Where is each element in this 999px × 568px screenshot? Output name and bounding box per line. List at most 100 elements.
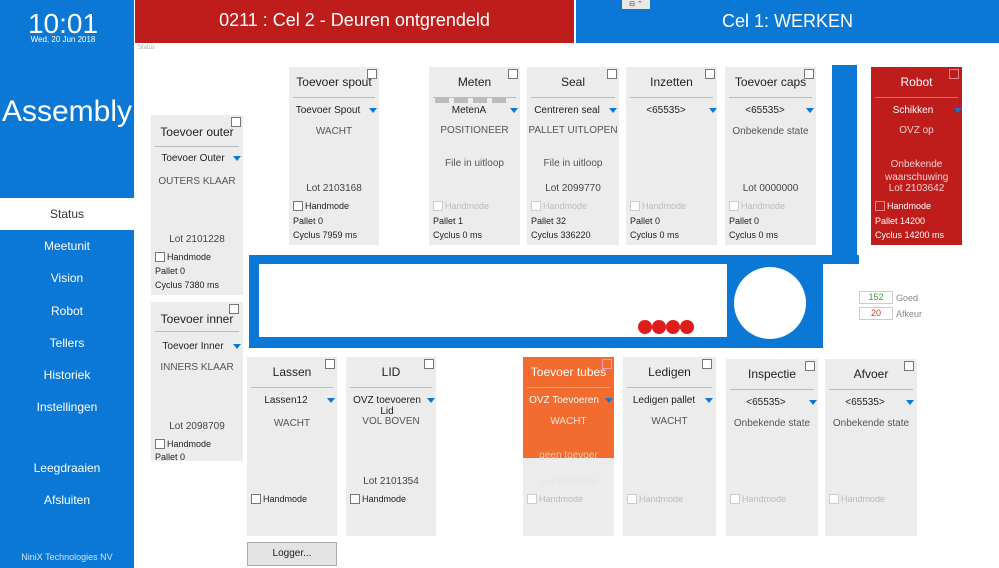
checkbox-icon[interactable] [155, 439, 165, 449]
station-enable-checkbox[interactable] [804, 69, 814, 79]
nav-afsluiten[interactable]: Afsluiten [0, 484, 134, 516]
nav-leegdraaien[interactable]: Leegdraaien [0, 452, 134, 484]
handmode-checkbox[interactable]: Handmode [293, 201, 349, 211]
chevron-down-icon[interactable] [705, 398, 713, 403]
station-toevoer-spout: Toevoer spout Toevoer Spout WACHT Lot 21… [289, 67, 379, 245]
station-state: OUTERS KLAAR [158, 176, 236, 187]
station-enable-checkbox[interactable] [607, 69, 617, 79]
nav-instellingen[interactable]: Instellingen [0, 391, 134, 423]
station-mode-select[interactable]: <65535> [726, 397, 806, 408]
checkbox-icon[interactable] [627, 494, 637, 504]
status-label: Status [138, 45, 156, 51]
divider [531, 97, 615, 98]
nav-meetunit[interactable]: Meetunit [0, 230, 134, 262]
divider [527, 387, 610, 388]
station-mode-select[interactable]: Ledigen pallet [623, 395, 705, 406]
checkbox-icon[interactable] [730, 494, 740, 504]
handmode-checkbox[interactable]: Handmode [350, 494, 406, 504]
station-pallet: Pallet 1 [433, 216, 464, 226]
handmode-label: Handmode [642, 201, 687, 211]
station-mode-select[interactable]: OVZ Toevoeren [523, 395, 605, 406]
station-enable-checkbox[interactable] [508, 69, 518, 79]
checkbox-icon[interactable] [433, 201, 443, 211]
station-robot: Robot Schikken OVZ op Onbekende waarschu… [871, 67, 962, 245]
chevron-down-icon[interactable] [233, 344, 241, 349]
logger-button[interactable]: Logger... [247, 542, 337, 566]
station-mode-select[interactable]: Schikken [871, 105, 955, 116]
chevron-down-icon[interactable] [605, 398, 613, 403]
station-mode-select[interactable]: Centreren seal [527, 105, 607, 116]
station-enable-checkbox[interactable] [229, 304, 239, 314]
station-enable-checkbox[interactable] [424, 359, 434, 369]
chevron-down-icon[interactable] [709, 108, 717, 113]
handmode-checkbox[interactable]: Handmode [729, 201, 785, 211]
chevron-down-icon[interactable] [906, 400, 914, 405]
window-controls[interactable]: ⊟ ⌃ [622, 0, 650, 9]
handmode-checkbox[interactable]: Handmode [433, 201, 489, 211]
handmode-checkbox[interactable]: Handmode [155, 252, 211, 262]
checkbox-icon[interactable] [527, 494, 537, 504]
chevron-down-icon[interactable] [806, 108, 814, 113]
chevron-down-icon[interactable] [609, 108, 617, 113]
station-state-detail: File in uitloop [445, 158, 504, 169]
chevron-down-icon[interactable] [427, 398, 435, 403]
chevron-down-icon[interactable] [327, 398, 335, 403]
nav-status[interactable]: Status [0, 198, 134, 230]
handmode-checkbox[interactable]: Handmode [627, 494, 683, 504]
handmode-checkbox[interactable]: Handmode [155, 439, 211, 449]
checkbox-icon[interactable] [829, 494, 839, 504]
station-lid: LID OVZ toevoeren Lid VOL BOVEN Lot 2101… [346, 357, 436, 536]
checkbox-icon[interactable] [293, 201, 303, 211]
chevron-down-icon[interactable] [233, 156, 241, 161]
station-enable-checkbox[interactable] [602, 359, 612, 369]
divider [433, 97, 516, 98]
handmode-checkbox[interactable]: Handmode [875, 201, 931, 211]
station-mode-select[interactable]: <65535> [725, 105, 805, 116]
afkeur-label: Afkeur [896, 309, 923, 319]
station-enable-checkbox[interactable] [805, 361, 815, 371]
pallet-marker [680, 320, 694, 334]
station-mode-select[interactable]: Toevoer Spout [289, 105, 367, 116]
checkbox-icon[interactable] [155, 252, 165, 262]
handmode-checkbox[interactable]: Handmode [531, 201, 587, 211]
handmode-label: Handmode [362, 494, 407, 504]
chevron-down-icon[interactable] [510, 108, 518, 113]
nav-vision[interactable]: Vision [0, 262, 134, 294]
station-enable-checkbox[interactable] [367, 69, 377, 79]
station-pallet: Pallet 0 [155, 452, 186, 461]
conveyor-right-rail [832, 65, 857, 263]
checkbox-icon[interactable] [531, 201, 541, 211]
station-enable-checkbox[interactable] [949, 69, 959, 79]
divider [829, 389, 913, 390]
chevron-down-icon[interactable] [369, 108, 377, 113]
handmode-checkbox[interactable]: Handmode [251, 494, 307, 504]
chevron-down-icon[interactable] [954, 108, 962, 113]
nav-robot[interactable]: Robot [0, 295, 134, 327]
checkbox-icon[interactable] [251, 494, 261, 504]
station-enable-checkbox[interactable] [325, 359, 335, 369]
handmode-label: Handmode [539, 494, 584, 504]
station-enable-checkbox[interactable] [705, 69, 715, 79]
handmode-checkbox[interactable]: Handmode [829, 494, 885, 504]
station-mode-select[interactable]: Toevoer Inner [151, 341, 235, 352]
checkbox-icon[interactable] [875, 201, 885, 211]
station-mode-select[interactable]: Lassen12 [247, 395, 325, 406]
station-enable-checkbox[interactable] [702, 359, 712, 369]
station-mode-select[interactable]: OVZ toevoeren Lid [346, 395, 428, 417]
nav-tellers[interactable]: Tellers [0, 327, 134, 359]
station-enable-checkbox[interactable] [231, 117, 241, 127]
station-mode-select[interactable]: MetenA [429, 105, 509, 116]
nav-historiek[interactable]: Historiek [0, 359, 134, 391]
checkbox-icon[interactable] [630, 201, 640, 211]
checkbox-icon[interactable] [729, 201, 739, 211]
station-mode-select[interactable]: Toevoer Outer [151, 153, 235, 164]
checkbox-icon[interactable] [350, 494, 360, 504]
handmode-checkbox[interactable]: Handmode [630, 201, 686, 211]
chevron-down-icon[interactable] [809, 400, 817, 405]
station-enable-checkbox[interactable] [904, 361, 914, 371]
handmode-checkbox[interactable]: Handmode [527, 494, 583, 504]
divider [293, 97, 375, 98]
station-mode-select[interactable]: <65535> [825, 397, 905, 408]
station-mode-select[interactable]: <65535> [626, 105, 706, 116]
handmode-checkbox[interactable]: Handmode [730, 494, 786, 504]
